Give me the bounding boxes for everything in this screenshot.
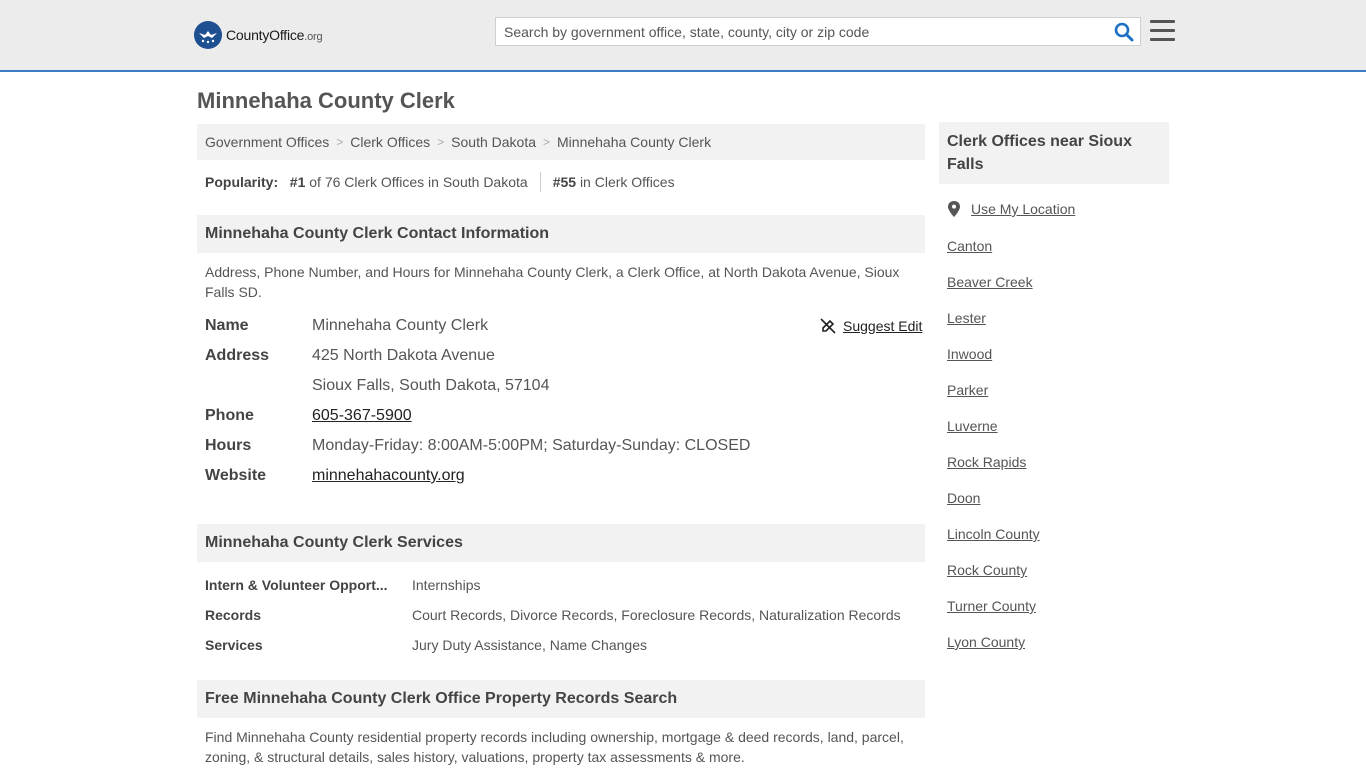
contact-description: Address, Phone Number, and Hours for Min…	[205, 264, 900, 300]
breadcrumb-government-offices[interactable]: Government Offices	[205, 134, 329, 150]
services-heading: Minnehaha County Clerk Services	[197, 524, 925, 562]
service-label: Records	[205, 607, 262, 623]
search-button[interactable]	[1114, 22, 1134, 42]
property-heading: Free Minnehaha County Clerk Office Prope…	[197, 680, 925, 718]
edit-broken-link-icon	[820, 318, 836, 334]
nearby-link-turner-county[interactable]: Turner County	[947, 598, 1036, 614]
use-my-location: Use My Location	[947, 201, 1075, 217]
service-label: Intern & Volunteer Opport...	[205, 577, 388, 593]
popularity-label: Popularity:	[205, 174, 279, 190]
address-label: Address	[205, 347, 270, 364]
popularity-rank-national: #55	[552, 174, 577, 190]
suggest-edit-link[interactable]: Suggest Edit	[820, 318, 922, 334]
page-title: Minnehaha County Clerk	[197, 88, 455, 113]
nearby-link-lyon-county[interactable]: Lyon County	[947, 634, 1025, 650]
popularity-row: Popularity: #1 of 76 Clerk Offices in So…	[205, 172, 675, 192]
hours-value: Monday-Friday: 8:00AM-5:00PM; Saturday-S…	[312, 437, 751, 454]
breadcrumb: Government Offices > Clerk Offices > Sou…	[197, 124, 925, 160]
nearby-link-lester[interactable]: Lester	[947, 310, 986, 326]
breadcrumb-current[interactable]: Minnehaha County Clerk	[557, 134, 711, 150]
location-pin-icon	[948, 201, 960, 217]
service-value: Jury Duty Assistance, Name Changes	[412, 637, 647, 653]
contact-heading: Minnehaha County Clerk Contact Informati…	[197, 215, 925, 253]
suggest-edit-label: Suggest Edit	[843, 318, 923, 334]
breadcrumb-clerk-offices[interactable]: Clerk Offices	[350, 134, 430, 150]
website-value: minnehahacounty.org	[312, 467, 465, 485]
popularity-rank-state: #1	[289, 174, 306, 190]
nearby-link-doon[interactable]: Doon	[947, 490, 980, 506]
nearby-link-lincoln-county[interactable]: Lincoln County	[947, 526, 1040, 542]
website-label: Website	[205, 467, 267, 484]
search-icon	[1114, 22, 1134, 42]
hours-label: Hours	[205, 437, 252, 454]
nearby-link-luverne[interactable]: Luverne	[947, 418, 998, 434]
popularity-rank-state-text: of 76 Clerk Offices in South Dakota	[309, 174, 528, 190]
service-label: Services	[205, 637, 263, 653]
chevron-right-icon: >	[543, 135, 551, 149]
search-box	[495, 17, 1141, 46]
chevron-right-icon: >	[336, 135, 344, 149]
divider	[539, 172, 541, 192]
search-input[interactable]	[496, 18, 1096, 45]
logo-text: CountyOffice.org	[226, 27, 323, 43]
nearby-link-beaver-creek[interactable]: Beaver Creek	[947, 274, 1033, 290]
phone-label: Phone	[205, 407, 254, 424]
address-line2: Sioux Falls, South Dakota, 57104	[312, 377, 550, 394]
nearby-link-inwood[interactable]: Inwood	[947, 346, 992, 362]
sidebar-heading: Clerk Offices near Sioux Falls	[939, 122, 1169, 184]
nearby-link-canton[interactable]: Canton	[947, 238, 992, 254]
phone-link[interactable]: 605-367-5900	[312, 407, 412, 424]
popularity-rank-national-text: in Clerk Offices	[579, 174, 675, 190]
chevron-right-icon: >	[437, 135, 445, 149]
eagle-seal-icon	[194, 21, 222, 49]
address-line1: 425 North Dakota Avenue	[312, 347, 495, 364]
office-name: Minnehaha County Clerk	[312, 317, 489, 334]
use-my-location-link[interactable]: Use My Location	[971, 201, 1075, 217]
top-header: CountyOffice.org	[0, 0, 1366, 72]
nearby-link-rock-county[interactable]: Rock County	[947, 562, 1027, 578]
countyoffice-logo[interactable]: CountyOffice.org	[194, 20, 323, 50]
hamburger-menu-icon[interactable]	[1150, 20, 1175, 42]
website-link[interactable]: minnehahacounty.org	[312, 467, 465, 484]
nearby-link-rock-rapids[interactable]: Rock Rapids	[947, 454, 1026, 470]
service-value: Court Records, Divorce Records, Foreclos…	[412, 607, 901, 623]
property-description: Find Minnehaha County residential proper…	[205, 729, 904, 765]
nearby-link-parker[interactable]: Parker	[947, 382, 988, 398]
breadcrumb-south-dakota[interactable]: South Dakota	[451, 134, 536, 150]
phone-value: 605-367-5900	[312, 407, 412, 425]
name-label: Name	[205, 317, 249, 334]
service-value: Internships	[412, 577, 481, 593]
